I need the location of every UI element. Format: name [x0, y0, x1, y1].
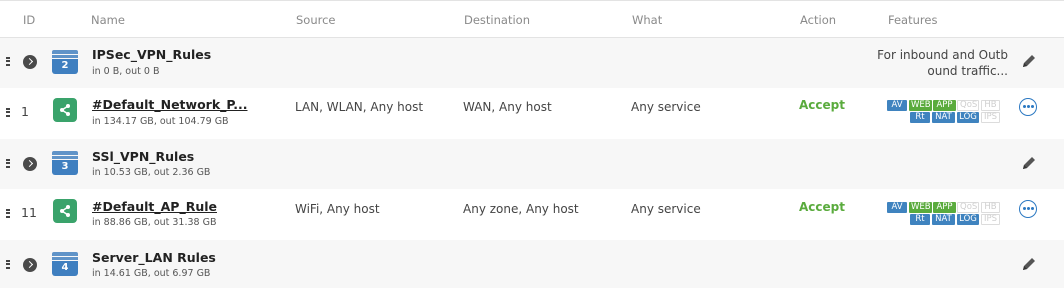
firewall-rule-row[interactable]: 1 #Default_Network_P... in 134.17 GB, ou… — [0, 88, 1064, 139]
stacked-layers-icon: 4 — [52, 252, 78, 276]
group-description-line: ound traffic... — [927, 64, 1008, 78]
column-header-what[interactable]: What — [632, 13, 662, 27]
feature-badge-rt: Rt — [910, 214, 930, 225]
expand-chevron-icon[interactable] — [23, 55, 37, 69]
feature-badge-app: APP — [933, 202, 956, 213]
column-header-features[interactable]: Features — [888, 13, 937, 27]
drag-handle-icon[interactable] — [6, 209, 10, 218]
expand-chevron-icon[interactable] — [23, 258, 37, 272]
firewall-rules-table: ID Name Source Destination What Action F… — [0, 0, 1064, 288]
feature-badge-av: AV — [887, 202, 907, 213]
column-header-action[interactable]: Action — [800, 13, 836, 27]
feature-badge-log: LOG — [957, 214, 979, 225]
feature-badge-web: WEB — [909, 202, 932, 213]
rule-name-link[interactable]: #Default_Network_P... — [92, 97, 248, 112]
rule-id: 11 — [21, 205, 37, 220]
drag-handle-icon[interactable] — [6, 260, 10, 269]
share-icon — [53, 98, 77, 122]
feature-badge-nat: NAT — [932, 112, 955, 123]
rule-source: LAN, WLAN, Any host — [295, 100, 424, 114]
feature-badge-ips: IPS — [981, 112, 1000, 123]
group-description-line: For inbound and Outb — [877, 48, 1008, 62]
feature-badge-nat: NAT — [932, 214, 955, 225]
rule-name-link[interactable]: #Default_AP_Rule — [92, 199, 217, 214]
firewall-rule-row[interactable]: 11 #Default_AP_Rule in 88.86 GB, out 31.… — [0, 189, 1064, 240]
table-header: ID Name Source Destination What Action F… — [0, 0, 1064, 38]
pencil-icon[interactable] — [1021, 256, 1037, 272]
feature-badge-qos: QoS — [957, 202, 979, 213]
drag-handle-icon[interactable] — [6, 57, 10, 66]
rule-group-row[interactable]: 4 Server_LAN Rules in 14.61 GB, out 6.97… — [0, 240, 1064, 288]
traffic-stats: in 134.17 GB, out 104.79 GB — [92, 116, 229, 127]
column-header-name[interactable]: Name — [91, 13, 125, 27]
feature-badge-qos: QoS — [957, 100, 979, 111]
group-number: 2 — [61, 60, 69, 71]
rule-destination: Any zone, Any host — [463, 202, 579, 216]
traffic-stats: in 10.53 GB, out 2.36 GB — [92, 167, 211, 178]
feature-badge-log: LOG — [957, 112, 979, 123]
rule-group-row[interactable]: 3 SSl_VPN_Rules in 10.53 GB, out 2.36 GB — [0, 139, 1064, 189]
rule-service: Any service — [631, 100, 701, 114]
column-header-destination[interactable]: Destination — [464, 13, 530, 27]
pencil-icon[interactable] — [1021, 53, 1037, 69]
feature-badge-hb: HB — [981, 202, 1000, 213]
feature-badge-ips: IPS — [981, 214, 1000, 225]
feature-badge-av: AV — [887, 100, 907, 111]
stacked-layers-icon: 2 — [52, 50, 78, 74]
group-name[interactable]: Server_LAN Rules — [92, 250, 216, 265]
group-description: For inbound and Outb ound traffic... — [866, 47, 1008, 79]
group-number: 4 — [61, 262, 69, 273]
group-name[interactable]: IPSec_VPN_Rules — [92, 47, 211, 62]
group-number: 3 — [61, 161, 69, 172]
rule-service: Any service — [631, 202, 701, 216]
rule-group-row[interactable]: 2 IPSec_VPN_Rules in 0 B, out 0 B For in… — [0, 38, 1064, 88]
rule-source: WiFi, Any host — [295, 202, 380, 216]
traffic-stats: in 14.61 GB, out 6.97 GB — [92, 268, 211, 279]
column-header-source[interactable]: Source — [296, 13, 336, 27]
more-options-icon[interactable] — [1019, 200, 1037, 218]
rule-id: 1 — [21, 104, 29, 119]
stacked-layers-icon: 3 — [52, 151, 78, 175]
drag-handle-icon[interactable] — [6, 108, 10, 117]
drag-handle-icon[interactable] — [6, 159, 10, 168]
feature-badge-rt: Rt — [910, 112, 930, 123]
column-header-id[interactable]: ID — [23, 13, 35, 27]
group-name[interactable]: SSl_VPN_Rules — [92, 149, 194, 164]
expand-chevron-icon[interactable] — [23, 157, 37, 171]
pencil-icon[interactable] — [1021, 155, 1037, 171]
more-options-icon[interactable] — [1019, 98, 1037, 116]
rule-action: Accept — [799, 98, 845, 112]
traffic-stats: in 88.86 GB, out 31.38 GB — [92, 217, 217, 228]
share-icon — [53, 199, 77, 223]
rule-destination: WAN, Any host — [463, 100, 552, 114]
feature-badge-web: WEB — [909, 100, 932, 111]
rule-action: Accept — [799, 200, 845, 214]
feature-badge-app: APP — [933, 100, 956, 111]
traffic-stats: in 0 B, out 0 B — [92, 66, 160, 77]
feature-badge-hb: HB — [981, 100, 1000, 111]
